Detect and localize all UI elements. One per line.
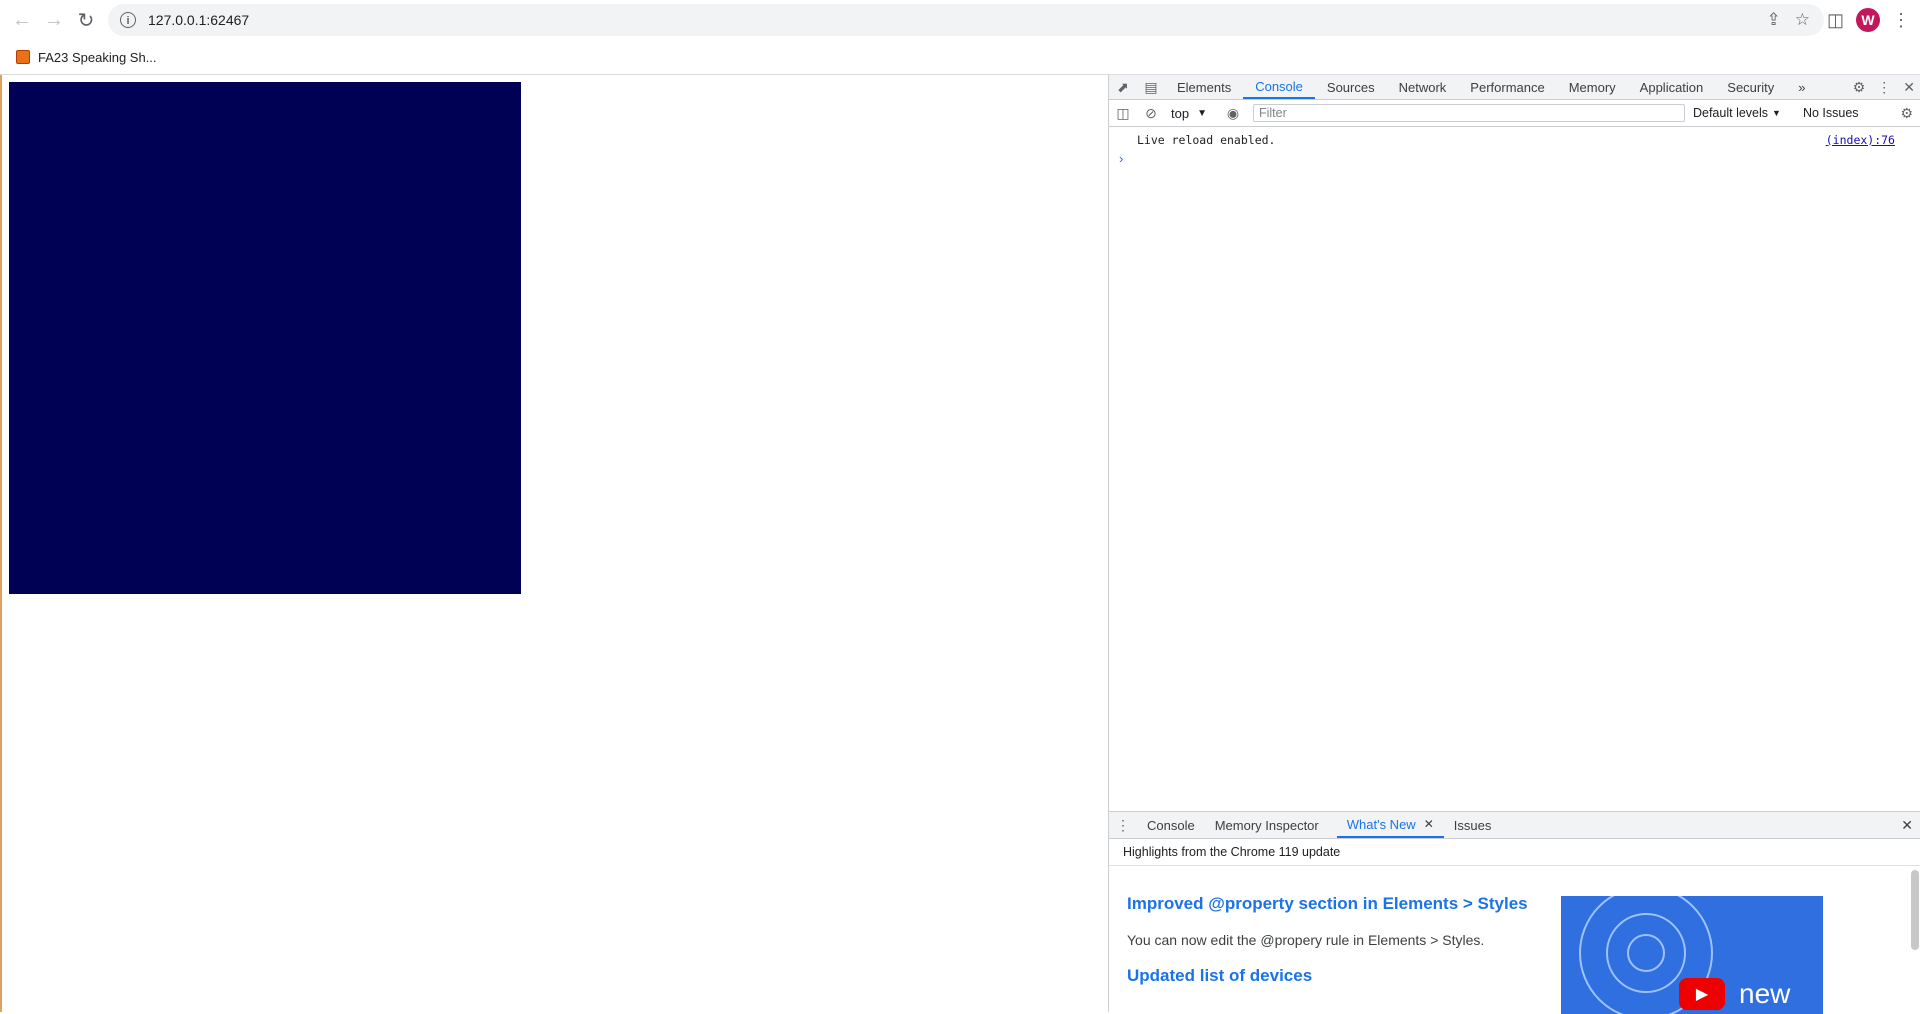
console-sidebar-icon[interactable]: ◫ [1109, 105, 1137, 122]
share-icon[interactable]: ⇪ [1767, 10, 1781, 30]
log-levels-label: Default levels [1692, 106, 1769, 120]
filter-placeholder: Filter [1258, 106, 1287, 120]
inspect-element-icon[interactable]: ⬈ [1109, 75, 1137, 99]
whats-new-subtitle: Highlights from the Chrome 119 update [1109, 839, 1920, 866]
live-expression-eye-icon[interactable]: ◉ [1219, 105, 1247, 122]
chrome-ring-graphic [1627, 934, 1665, 972]
drawer-close-icon[interactable]: ✕ [1901, 817, 1913, 834]
site-info-icon[interactable]: i [120, 12, 136, 28]
bookmark-label: FA23 Speaking Sh... [38, 49, 157, 65]
devtools-tabbar: ⬈ ▤ Elements Console Sources Network Per… [1109, 75, 1920, 100]
drawer-scrollbar[interactable] [1911, 870, 1919, 950]
tab-memory[interactable]: Memory [1557, 75, 1628, 99]
bookmarks-bar: FA23 Speaking Sh... [0, 40, 1920, 75]
more-tabs-chevron-icon[interactable]: » [1786, 75, 1817, 99]
url-text[interactable]: 127.0.0.1:62467 [148, 12, 249, 28]
tab-network[interactable]: Network [1387, 75, 1459, 99]
tab-security[interactable]: Security [1715, 75, 1786, 99]
drawer-tabbar: ⋮ Console Memory Inspector What's New ✕ … [1109, 812, 1920, 839]
chevron-down-icon: ▼ [1197, 107, 1207, 119]
drawer-menu-icon[interactable]: ⋮ [1109, 812, 1137, 838]
devtools-drawer: ⋮ Console Memory Inspector What's New ✕ … [1109, 811, 1920, 1014]
log-levels-dropdown[interactable]: Default levels ▼ [1693, 106, 1781, 120]
page-viewport [0, 75, 1108, 1012]
console-toolbar: ◫ ⊘ top ▼ ◉ Filter Default levels ▼ No I… [1109, 100, 1920, 127]
window-edge [0, 75, 2, 1012]
whats-new-heading-devices[interactable]: Updated list of devices [1127, 966, 1312, 986]
whats-new-content: Improved @property section in Elements >… [1109, 866, 1920, 1014]
back-arrow-icon[interactable]: ← [6, 4, 38, 36]
console-settings-gear-icon[interactable]: ⚙ [1900, 105, 1913, 122]
tab-application[interactable]: Application [1628, 75, 1716, 99]
tab-console[interactable]: Console [1243, 75, 1315, 99]
devtools-more-icon[interactable]: ⋮ [1877, 79, 1891, 96]
drawer-tab-memory-inspector[interactable]: Memory Inspector [1205, 812, 1329, 838]
console-output[interactable]: Live reload enabled. (index):76 › [1109, 127, 1920, 810]
tab-elements[interactable]: Elements [1165, 75, 1243, 99]
whats-new-paragraph: You can now edit the @propery rule in El… [1127, 932, 1485, 948]
bookmark-favicon-icon [16, 50, 30, 64]
bookmark-star-icon[interactable]: ☆ [1795, 10, 1810, 30]
drawer-tab-whats-new[interactable]: What's New ✕ [1336, 812, 1444, 838]
console-source-link[interactable]: (index):76 [1826, 133, 1895, 147]
drawer-tab-console[interactable]: Console [1137, 812, 1205, 838]
whats-new-video-thumbnail[interactable]: ▶ new [1561, 896, 1823, 1014]
settings-gear-icon[interactable]: ⚙ [1853, 79, 1866, 96]
navy-square [9, 82, 521, 594]
issues-counter[interactable]: No Issues [1803, 106, 1859, 120]
more-vert-icon[interactable]: ⋮ [1892, 10, 1910, 31]
chevron-down-icon: ▼ [1772, 108, 1781, 118]
address-bar[interactable]: i 127.0.0.1:62467 ⇪ ☆ [108, 4, 1824, 36]
console-prompt-chevron-icon[interactable]: › [1119, 151, 1123, 166]
console-filter-input[interactable]: Filter [1252, 104, 1685, 122]
side-panel-icon[interactable]: ◫ [1827, 10, 1844, 31]
play-button-icon[interactable]: ▶ [1679, 978, 1725, 1010]
tab-performance[interactable]: Performance [1458, 75, 1556, 99]
tab-sources[interactable]: Sources [1315, 75, 1387, 99]
close-tab-icon[interactable]: ✕ [1424, 817, 1434, 831]
device-toolbar-icon[interactable]: ▤ [1137, 75, 1165, 99]
browser-toolbar: ← → ↻ i 127.0.0.1:62467 ⇪ ☆ ◫ W ⋮ [0, 0, 1920, 40]
drawer-tab-issues[interactable]: Issues [1444, 812, 1502, 838]
devtools-close-icon[interactable]: ✕ [1903, 79, 1915, 96]
whats-new-heading-property[interactable]: Improved @property section in Elements >… [1127, 894, 1528, 914]
context-value: top [1171, 105, 1190, 121]
reload-icon[interactable]: ↻ [70, 4, 102, 36]
bookmark-item[interactable]: FA23 Speaking Sh... [16, 50, 157, 65]
avatar[interactable]: W [1856, 8, 1880, 32]
drawer-tab-whats-new-label: What's New [1346, 816, 1416, 832]
devtools-panel: ⬈ ▤ Elements Console Sources Network Per… [1108, 75, 1920, 1014]
context-selector[interactable]: top ▼ [1171, 106, 1207, 121]
forward-arrow-icon[interactable]: → [38, 4, 70, 36]
clear-console-icon[interactable]: ⊘ [1137, 105, 1165, 122]
console-message: Live reload enabled. [1137, 133, 1276, 147]
thumbnail-new-text: new [1739, 978, 1791, 1009]
